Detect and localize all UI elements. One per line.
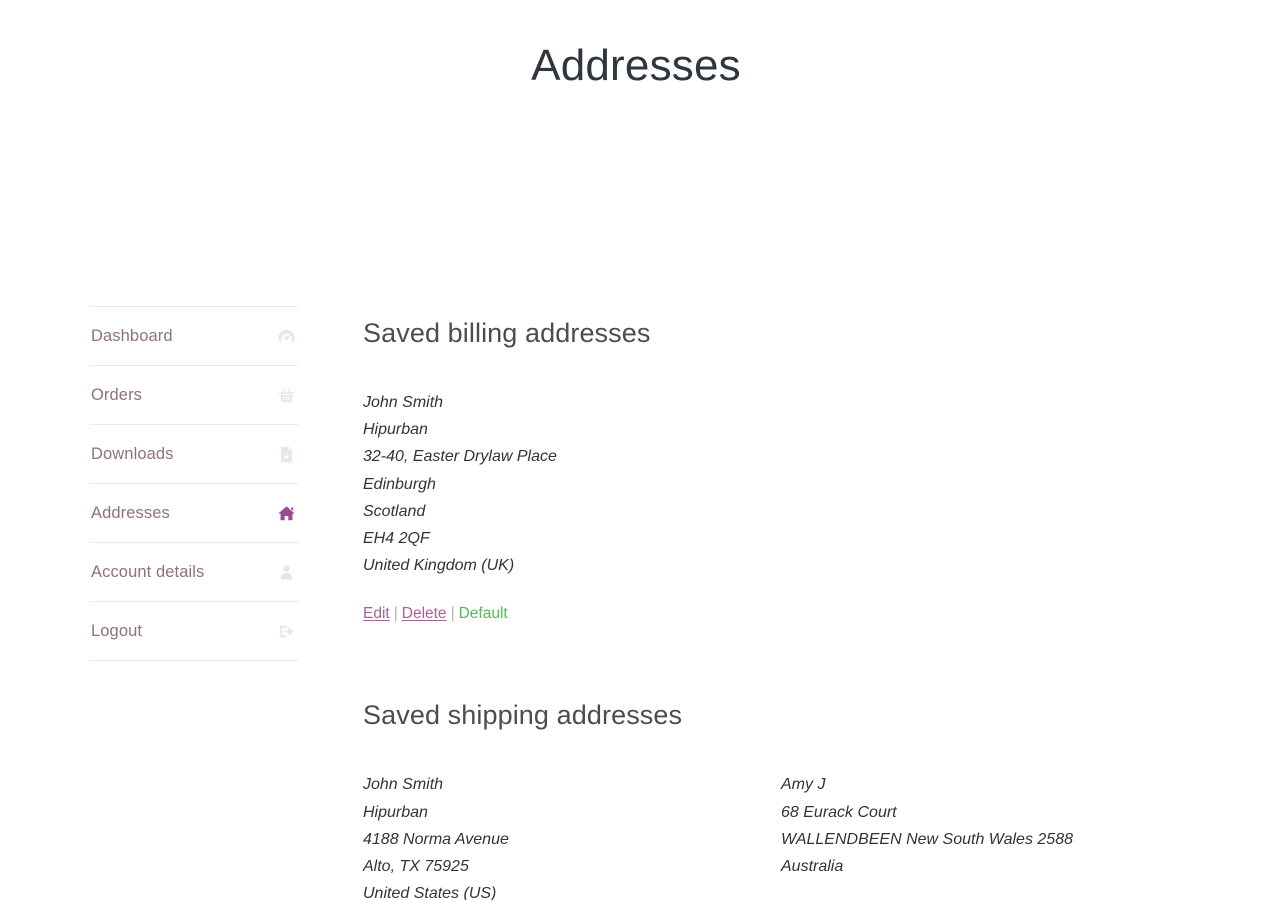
sidebar-item-logout[interactable]: Logout	[90, 602, 298, 661]
billing-addresses-section: Saved billing addresses John Smith Hipurb…	[363, 316, 1223, 624]
address-line: WALLENDBEEN New South Wales 2588	[781, 830, 1073, 848]
sidebar-item-label: Dashboard	[91, 327, 173, 345]
address-lines: Amy J 68 Eurack Court WALLENDBEEN New Sout…	[781, 771, 1199, 880]
address-line: United Kingdom (UK)	[363, 557, 515, 575]
account-page: Dashboard Orders Downloads Addresses Account…	[0, 94, 1272, 900]
sidebar-item-downloads[interactable]: Downloads	[90, 425, 298, 484]
address-lines: John Smith Hipurban 4188 Norma Avenue Alto,…	[363, 771, 781, 900]
sidebar-item-account-details[interactable]: Account details	[90, 543, 298, 602]
dashboard-gauge-icon	[276, 326, 296, 346]
action-separator: |	[450, 605, 455, 623]
sidebar-item-label: Orders	[91, 386, 143, 404]
address-line: 68 Eurack Court	[781, 803, 897, 821]
address-line: Edinburgh	[363, 475, 436, 493]
edit-address-link[interactable]: Edit	[363, 605, 390, 622]
billing-address-card: John Smith Hipurban 32-40, Easter Drylaw P…	[363, 389, 781, 624]
home-icon	[276, 503, 296, 523]
shipping-section-heading: Saved shipping addresses	[363, 700, 683, 731]
sidebar-item-addresses[interactable]: Addresses	[90, 484, 298, 543]
user-icon	[276, 562, 296, 582]
sidebar-item-label: Downloads	[91, 445, 174, 463]
address-line: United States (US)	[363, 885, 497, 900]
default-address-badge: Default	[458, 605, 508, 623]
address-line: John Smith	[363, 776, 444, 794]
shipping-address-card: Amy J 68 Eurack Court WALLENDBEEN New Sout…	[781, 771, 1199, 900]
billing-section-heading: Saved billing addresses	[363, 318, 651, 348]
address-line: 4188 Norma Avenue	[363, 830, 509, 848]
account-sidebar-nav: Dashboard Orders Downloads Addresses Account…	[90, 306, 298, 661]
sign-out-icon	[276, 621, 296, 641]
account-content: Saved billing addresses John Smith Hipurb…	[363, 316, 1223, 900]
delete-address-link[interactable]: Delete	[402, 605, 447, 622]
billing-address-columns: John Smith Hipurban 32-40, Easter Drylaw P…	[363, 389, 1223, 624]
page-title: Addresses	[531, 41, 741, 90]
shipping-address-card: John Smith Hipurban 4188 Norma Avenue Alto,…	[363, 771, 781, 900]
address-lines: John Smith Hipurban 32-40, Easter Drylaw P…	[363, 389, 781, 579]
address-line: Hipurban	[363, 803, 428, 821]
action-separator: |	[393, 605, 398, 623]
shipping-address-columns: John Smith Hipurban 4188 Norma Avenue Alto,…	[363, 771, 1223, 900]
sidebar-item-label: Account details	[91, 563, 205, 581]
address-line: John Smith	[363, 394, 444, 411]
download-file-icon	[276, 444, 296, 464]
address-line: Alto, TX 75925	[363, 858, 469, 876]
sidebar-item-orders[interactable]: Orders	[90, 366, 298, 425]
address-actions: Edit | Delete | Default	[363, 604, 781, 624]
sidebar-item-dashboard[interactable]: Dashboard	[90, 307, 298, 366]
address-line: 32-40, Easter Drylaw Place	[363, 448, 557, 466]
address-line: Australia	[781, 858, 844, 876]
address-line: Scotland	[363, 502, 426, 520]
address-line: Amy J	[781, 776, 826, 794]
address-line: Hipurban	[363, 421, 428, 439]
sidebar-item-label: Addresses	[91, 504, 170, 522]
address-line: EH4 2QF	[363, 530, 430, 548]
shopping-basket-icon	[276, 385, 296, 405]
sidebar-item-label: Logout	[91, 622, 143, 640]
shipping-addresses-section: Saved shipping addresses John Smith Hipur…	[363, 698, 1223, 900]
